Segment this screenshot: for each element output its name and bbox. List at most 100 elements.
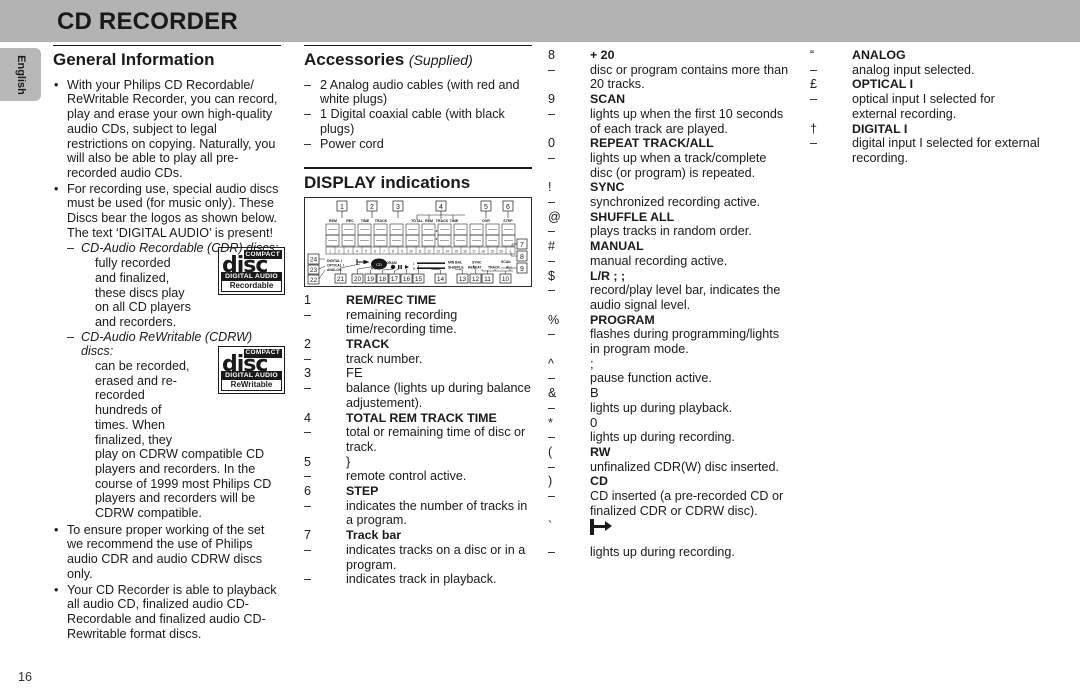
indication-marker: 3	[304, 366, 312, 381]
indication-description: – lights up when a track/complete disc (o…	[548, 151, 792, 180]
indication-marker: `	[548, 518, 553, 533]
indication-term: 0 REPEAT TRACK/ALL	[548, 136, 792, 151]
dash-marker: –	[304, 107, 312, 122]
indication-description: – remote control active.	[304, 469, 532, 484]
svg-text:20: 20	[499, 249, 503, 253]
list-item: –1 Digital coaxial cable (with black plu…	[304, 107, 532, 136]
dash-marker: –	[810, 62, 818, 77]
indication-label: TRACK	[346, 337, 390, 351]
indication-description-text: indicates track in playback.	[346, 572, 497, 587]
list-item-text: Your CD Recorder is able to playback all…	[67, 582, 277, 641]
indication-description-text: total or remaining time of disc or track…	[346, 425, 526, 454]
divider	[304, 45, 532, 46]
sub-entry-heading: CD-Audio ReWritable (CDRW) discs:	[81, 329, 253, 359]
indication-label: SHUFFLE ALL	[590, 209, 675, 224]
indication-term: `	[548, 518, 792, 545]
svg-text:7: 7	[383, 249, 385, 253]
svg-text:13: 13	[436, 249, 440, 253]
indication-marker: @	[548, 209, 561, 224]
indication-term: ( RW	[548, 445, 792, 460]
indication-description: – manual recording active.	[548, 254, 792, 269]
manual-page: CD RECORDER English General Information …	[0, 0, 1080, 698]
indication-term: & B	[548, 385, 792, 401]
indication-term: 3 FE	[304, 366, 532, 381]
bullet-dot-icon: •	[54, 181, 59, 196]
svg-text:3: 3	[347, 249, 349, 253]
indication-term: 5}	[304, 453, 532, 470]
indication-term: 4 TOTAL REM TRACK TIME	[304, 411, 532, 426]
page-title: CD RECORDER	[57, 8, 238, 35]
record-arrow-icon	[590, 518, 612, 535]
sub-entry-body: fully recorded and finalized, these disc…	[95, 256, 191, 329]
svg-text:6: 6	[374, 249, 376, 253]
list-item-text: 2 Analog audio cables (with red and whit…	[320, 77, 520, 107]
svg-text:24: 24	[310, 256, 318, 263]
indication-description: – indicates tracks on a disc or in a prog…	[304, 543, 532, 572]
list-item: – Power cord	[304, 137, 532, 152]
indication-label: RW	[590, 444, 611, 459]
indication-description: – indicates the number of tracks in a pro…	[304, 499, 532, 528]
list-item-text: To ensure proper working of the set we r…	[67, 522, 265, 581]
svg-text:15: 15	[415, 276, 423, 283]
indication-marker: (	[548, 444, 553, 459]
svg-text:5: 5	[365, 249, 367, 253]
dash-marker: –	[304, 307, 312, 322]
dash-marker: –	[548, 106, 556, 121]
language-tab-label: English	[14, 54, 27, 95]
dash-marker: –	[304, 469, 312, 484]
svg-text:20: 20	[354, 276, 362, 283]
display-indications-list-part1: 1 REM/REC TIME – remaining recording time/…	[304, 293, 532, 587]
indication-label: OPTICAL I	[852, 77, 914, 92]
indication-term: 1 REM/REC TIME	[304, 293, 532, 308]
indication-description: – analog input selected.	[810, 63, 1040, 78]
indication-label: }	[346, 453, 351, 469]
indication-description: – pause function active.	[548, 371, 792, 386]
svg-text:18: 18	[481, 249, 485, 253]
indication-label: TOTAL REM TRACK TIME	[346, 410, 497, 425]
svg-text:18: 18	[379, 276, 387, 283]
dash-marker: –	[548, 224, 556, 239]
svg-text:REM: REM	[425, 219, 433, 223]
indication-label: ANALOG	[852, 48, 906, 62]
section-heading-general-information: General Information	[53, 50, 215, 69]
indication-description-text: disc or program contains more than 20 tr…	[590, 62, 789, 92]
indication-marker: 1	[304, 292, 312, 307]
display-indications-list-part2: 8 + 20 – disc or program contains more tha…	[548, 48, 792, 559]
indication-description: – record/play level bar, indicates the au…	[548, 283, 792, 312]
list-item: • For recording use, special audio discs …	[53, 182, 281, 241]
indication-description: – disc or program contains more than 20 t…	[548, 63, 792, 92]
indication-marker: 7	[304, 528, 312, 543]
svg-text:4: 4	[356, 249, 358, 253]
dash-marker: –	[548, 253, 556, 268]
indication-marker: 8	[548, 48, 556, 62]
divider	[53, 45, 281, 46]
svg-text:MIN BAL: MIN BAL	[448, 260, 462, 264]
indication-description: – digital input I selected for external r…	[810, 136, 1040, 165]
section-heading-accessories: Accessories (Supplied)	[304, 50, 532, 70]
indication-description: – lights up during recording.	[548, 430, 792, 445]
svg-text:4: 4	[439, 204, 443, 211]
divider	[304, 167, 532, 170]
indication-description: – lights up during playback.	[548, 401, 792, 416]
svg-text:22: 22	[310, 277, 318, 284]
indication-marker: †	[810, 121, 818, 136]
indication-description-text: lights up during recording.	[590, 430, 735, 445]
svg-text:L: L	[413, 262, 415, 266]
dash-marker: –	[810, 92, 818, 107]
indication-term: £ OPTICAL I	[810, 77, 1040, 92]
svg-text:9: 9	[401, 249, 403, 253]
svg-text:R: R	[413, 267, 416, 271]
svg-text:8: 8	[520, 254, 524, 261]
indication-term: @ SHUFFLE ALL	[548, 210, 792, 225]
section-heading-display-indications: DISPLAY indications	[304, 173, 471, 193]
accessories-list: –2 Analog audio cables (with red and whi…	[304, 78, 532, 152]
list-item-text: With your Philips CD Recordable/ ReWrita…	[67, 77, 278, 180]
indication-description-text: digital input I selected for external re…	[852, 136, 1040, 165]
dash-marker: –	[304, 542, 312, 557]
svg-text:17: 17	[472, 249, 476, 253]
svg-text:TIME: TIME	[361, 219, 370, 223]
sub-entry-body-full: play on CDRW compatible CD players and r…	[95, 447, 272, 521]
svg-text:16: 16	[403, 276, 411, 283]
svg-text:9: 9	[520, 266, 524, 273]
indication-term: 9 SCAN	[548, 92, 792, 107]
